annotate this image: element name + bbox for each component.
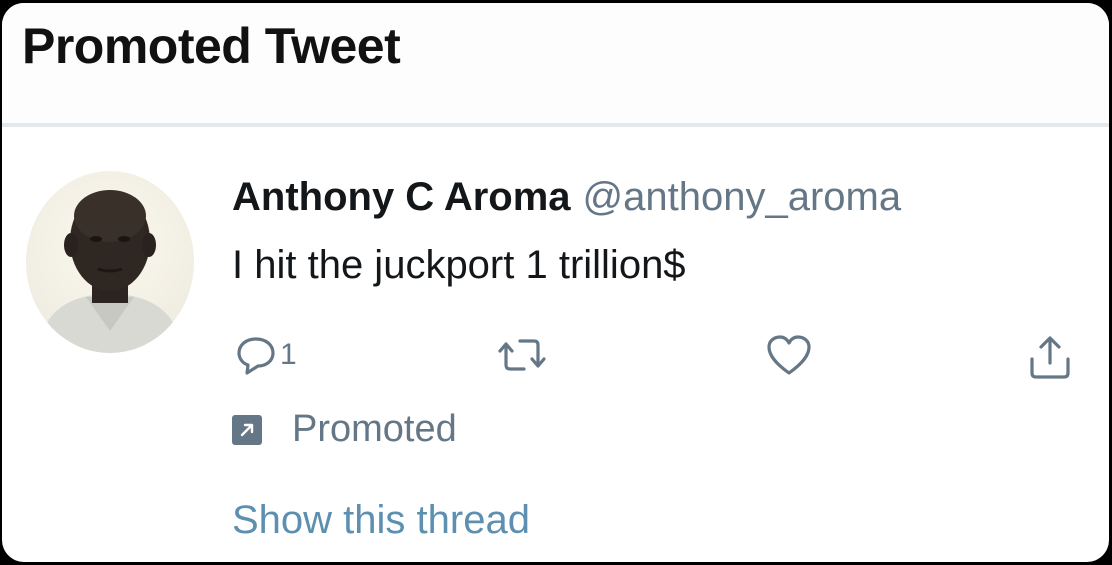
page-title: Promoted Tweet (22, 18, 401, 74)
promoted-label: Promoted (292, 408, 457, 450)
share-button[interactable] (1026, 333, 1074, 381)
tweet-author-line: Anthony C Aroma @anthony_aroma (232, 175, 901, 220)
retweet-icon (498, 339, 546, 371)
like-button[interactable] (765, 333, 813, 377)
heart-icon (767, 335, 811, 375)
promoted-tweet-card: Promoted Tweet Anthony C Aroma @anthony_a… (2, 3, 1109, 562)
reply-button[interactable]: 1 (234, 333, 297, 377)
share-icon (1030, 336, 1070, 379)
promoted-arrow-icon (232, 414, 262, 445)
reply-icon (237, 337, 275, 375)
avatar[interactable] (26, 171, 194, 353)
tweet-text: I hit the juckport 1 trillion$ (232, 243, 686, 287)
show-thread-link[interactable]: Show this thread (232, 498, 530, 543)
retweet-button[interactable] (496, 333, 548, 377)
tweet-actions: 1 (2, 333, 1109, 393)
card-header: Promoted Tweet (2, 3, 1109, 127)
author-display-name[interactable]: Anthony C Aroma (232, 175, 571, 219)
promoted-indicator: Promoted (232, 408, 457, 451)
reply-count: 1 (280, 338, 297, 371)
avatar-portrait-image (36, 190, 184, 353)
author-handle[interactable]: @anthony_aroma (583, 175, 902, 219)
